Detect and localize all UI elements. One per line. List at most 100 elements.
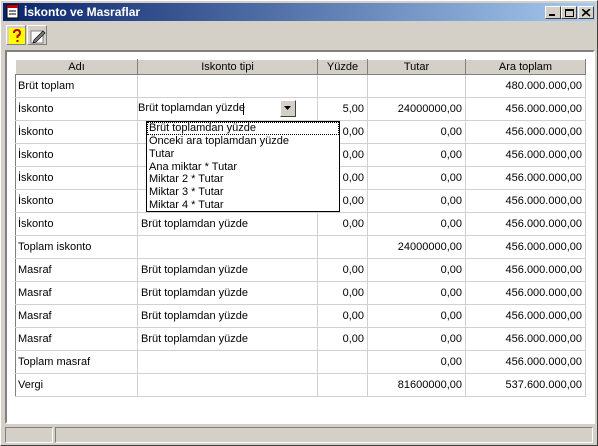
cell-subtotal[interactable]: 456.000.000,00 (465, 120, 586, 144)
cell-discount-type[interactable] (137, 74, 318, 98)
minimize-button[interactable] (545, 6, 561, 19)
cell-percent[interactable]: 0,00 (317, 258, 368, 282)
cell-subtotal[interactable]: 456.000.000,00 (465, 235, 586, 259)
chevron-down-icon (284, 106, 291, 110)
cell-amount[interactable]: 0,00 (367, 166, 466, 190)
cell-subtotal[interactable]: 456.000.000,00 (465, 212, 586, 236)
dropdown-option[interactable]: Miktar 2 * Tutar (147, 173, 339, 186)
column-header-percent[interactable]: Yüzde (317, 59, 368, 75)
close-button[interactable] (578, 6, 594, 19)
cell-amount[interactable]: 0,00 (367, 143, 466, 167)
cell-amount[interactable]: 0,00 (367, 258, 466, 282)
cell-amount[interactable]: 24000000,00 (367, 97, 466, 121)
table-row[interactable]: Toplam masraf 0,00 456.000.000,00 (15, 350, 586, 374)
dropdown-option[interactable]: Miktar 3 * Tutar (147, 186, 339, 199)
cell-percent[interactable] (317, 74, 368, 98)
column-header-subtotal[interactable]: Ara toplam (465, 59, 586, 75)
cell-subtotal[interactable]: 456.000.000,00 (465, 327, 586, 351)
cell-name[interactable]: İskonto (15, 120, 138, 144)
cell-subtotal[interactable]: 456.000.000,00 (465, 97, 586, 121)
cell-name[interactable]: Masraf (15, 327, 138, 351)
cell-discount-type[interactable]: Brüt toplamdan yüzde (137, 212, 318, 236)
cell-percent[interactable]: 0,00 (317, 212, 368, 236)
dropdown-option[interactable]: Miktar 4 * Tutar (147, 199, 339, 212)
table-row[interactable]: Toplam iskonto 24000000,00 456.000.000,00 (15, 235, 586, 259)
cell-amount[interactable]: 0,00 (367, 189, 466, 213)
help-button[interactable] (6, 25, 26, 45)
cell-name[interactable]: Toplam masraf (15, 350, 138, 374)
cell-name[interactable]: İskonto (15, 97, 138, 121)
cell-name[interactable]: Masraf (15, 281, 138, 305)
dropdown-button[interactable] (280, 100, 296, 117)
cell-subtotal[interactable]: 537.600.000,00 (465, 373, 586, 397)
cell-discount-type[interactable] (137, 235, 318, 259)
cell-discount-type[interactable]: Brüt toplamdan yüzde (137, 97, 318, 121)
dropdown-option[interactable]: Ana miktar * Tutar (147, 161, 339, 174)
status-panel-2 (55, 427, 593, 443)
cell-amount[interactable]: 0,00 (367, 350, 466, 374)
cell-name[interactable]: İskonto (15, 212, 138, 236)
cell-name[interactable]: Vergi (15, 373, 138, 397)
cell-name[interactable]: Masraf (15, 304, 138, 328)
discount-grid[interactable]: Adı Iskonto tipi Yüzde Tutar Ara toplam … (5, 50, 595, 424)
cell-percent[interactable]: 0,00 (317, 281, 368, 305)
table-row[interactable]: Masraf Brüt toplamdan yüzde 0,00 0,00 456.00… (15, 304, 586, 328)
maximize-icon (565, 9, 574, 17)
combobox-value: Brüt toplamdan yüzde (138, 102, 246, 114)
cell-percent[interactable] (317, 373, 368, 397)
cell-percent[interactable]: 5,00 (317, 97, 368, 121)
dropdown-option[interactable]: Tutar (147, 148, 339, 161)
cell-percent[interactable] (317, 235, 368, 259)
toolbar (3, 23, 595, 47)
cell-subtotal[interactable]: 456.000.000,00 (465, 166, 586, 190)
discount-table: Adı Iskonto tipi Yüzde Tutar Ara toplam … (15, 59, 586, 397)
cell-discount-type[interactable]: Brüt toplamdan yüzde (137, 327, 318, 351)
cell-amount[interactable]: 0,00 (367, 304, 466, 328)
dropdown-option[interactable]: Brüt toplamdan yüzde (147, 122, 339, 135)
table-row[interactable]: İskonto Brüt toplamdan yüzde 0,00 0,00 456.0… (15, 212, 586, 236)
column-header-name[interactable]: Adı (15, 59, 138, 75)
column-header-discount-type[interactable]: Iskonto tipi (137, 59, 318, 75)
cell-subtotal[interactable]: 480.000.000,00 (465, 74, 586, 98)
title-bar[interactable]: İskonto ve Masraflar (3, 3, 595, 21)
cell-amount[interactable]: 0,00 (367, 120, 466, 144)
cell-discount-type[interactable]: Brüt toplamdan yüzde (137, 281, 318, 305)
cell-name[interactable]: Toplam iskonto (15, 235, 138, 259)
cell-discount-type[interactable] (137, 373, 318, 397)
table-row[interactable]: Masraf Brüt toplamdan yüzde 0,00 0,00 456.00… (15, 281, 586, 305)
cell-name[interactable]: Masraf (15, 258, 138, 282)
cell-name[interactable]: İskonto (15, 166, 138, 190)
table-row[interactable]: Masraf Brüt toplamdan yüzde 0,00 0,00 456.00… (15, 327, 586, 351)
discount-type-combobox[interactable]: Brüt toplamdan yüzde (138, 99, 296, 118)
cell-percent[interactable] (317, 350, 368, 374)
cell-amount[interactable]: 24000000,00 (367, 235, 466, 259)
table-row[interactable]: İskonto Brüt toplamdan yüzde 5,00 24000000,… (15, 97, 586, 121)
cell-amount[interactable] (367, 74, 466, 98)
cell-discount-type[interactable]: Brüt toplamdan yüzde (137, 304, 318, 328)
cell-discount-type[interactable]: Brüt toplamdan yüzde (137, 258, 318, 282)
cell-amount[interactable]: 0,00 (367, 212, 466, 236)
cell-discount-type[interactable] (137, 350, 318, 374)
edit-button[interactable] (27, 25, 47, 45)
column-header-amount[interactable]: Tutar (367, 59, 466, 75)
cell-subtotal[interactable]: 456.000.000,00 (465, 258, 586, 282)
cell-subtotal[interactable]: 456.000.000,00 (465, 281, 586, 305)
cell-name[interactable]: Brüt toplam (15, 74, 138, 98)
cell-name[interactable]: İskonto (15, 189, 138, 213)
cell-subtotal[interactable]: 456.000.000,00 (465, 143, 586, 167)
cell-amount[interactable]: 0,00 (367, 327, 466, 351)
maximize-button[interactable] (561, 6, 577, 19)
cell-name[interactable]: İskonto (15, 143, 138, 167)
cell-amount[interactable]: 81600000,00 (367, 373, 466, 397)
cell-percent[interactable]: 0,00 (317, 327, 368, 351)
cell-percent[interactable]: 0,00 (317, 304, 368, 328)
cell-subtotal[interactable]: 456.000.000,00 (465, 304, 586, 328)
discount-type-dropdown-list[interactable]: Brüt toplamdan yüzde Önceki ara toplamda… (146, 121, 340, 212)
cell-subtotal[interactable]: 456.000.000,00 (465, 189, 586, 213)
cell-amount[interactable]: 0,00 (367, 281, 466, 305)
table-row[interactable]: Brüt toplam 480.000.000,00 (15, 74, 586, 98)
table-row[interactable]: Vergi 81600000,00 537.600.000,00 (15, 373, 586, 397)
cell-subtotal[interactable]: 456.000.000,00 (465, 350, 586, 374)
table-row[interactable]: Masraf Brüt toplamdan yüzde 0,00 0,00 456.00… (15, 258, 586, 282)
dropdown-option[interactable]: Önceki ara toplamdan yüzde (147, 135, 339, 148)
